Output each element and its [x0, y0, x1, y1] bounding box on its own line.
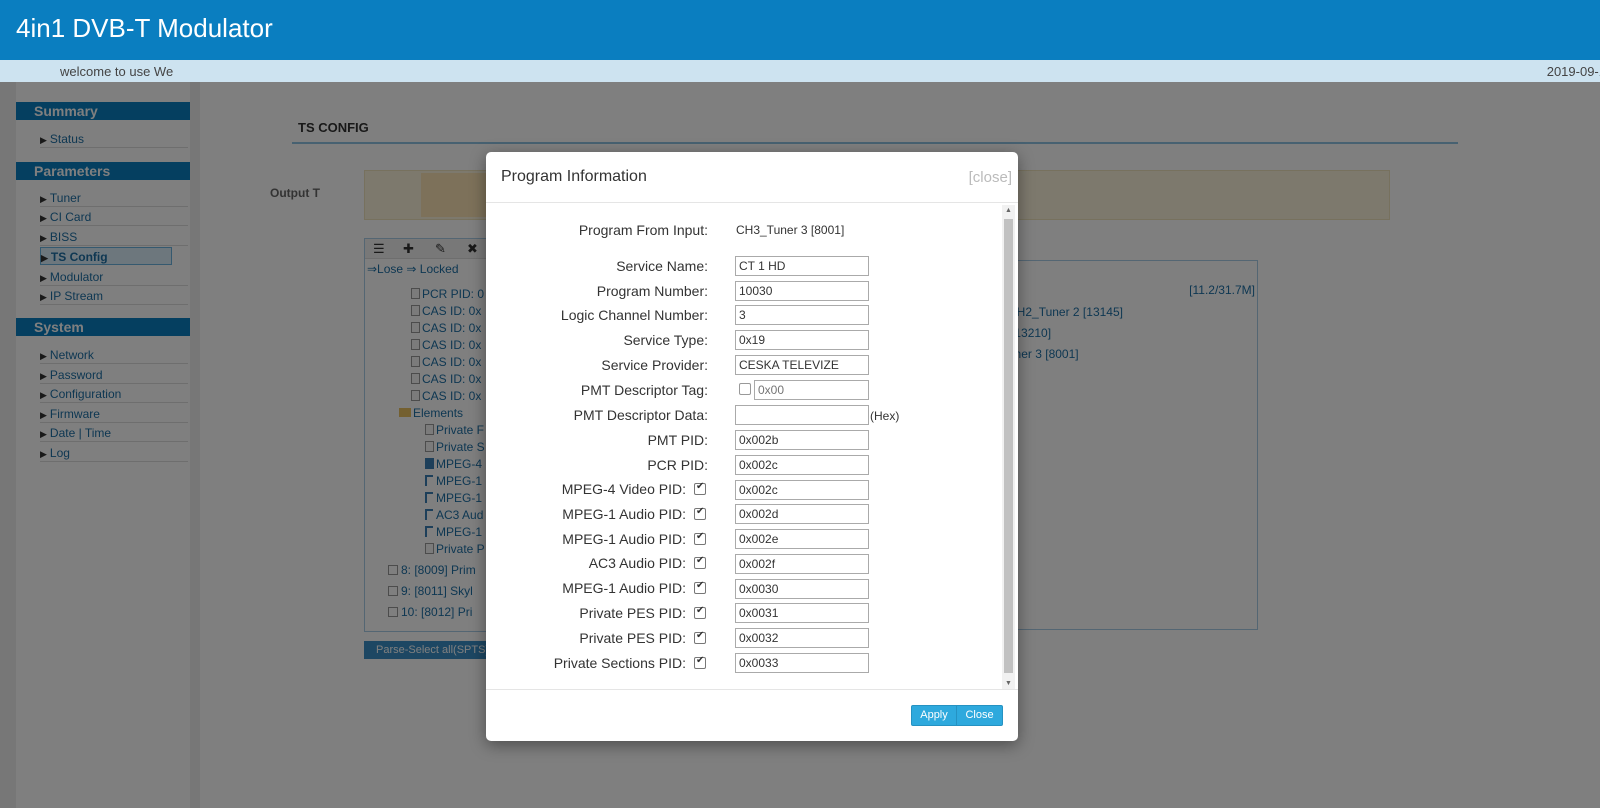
date-text: 2019-09-1	[1546, 64, 1600, 79]
pmt-descriptor-data-input[interactable]	[735, 405, 869, 425]
stream-pid-input[interactable]	[735, 554, 869, 574]
stream-pid-input[interactable]	[735, 480, 869, 500]
stream-pid-input[interactable]	[735, 504, 869, 524]
service-name-input[interactable]	[735, 256, 869, 276]
pmt-pid-input[interactable]	[735, 430, 869, 450]
stream-checkbox[interactable]	[694, 481, 706, 495]
stream-pid-input[interactable]	[735, 603, 869, 623]
stream-pid-input[interactable]	[735, 579, 869, 599]
stream-label: Private PES PID:	[579, 605, 686, 621]
pcr-pid-input[interactable]	[735, 455, 869, 475]
service-provider-input[interactable]	[735, 355, 869, 375]
service-provider-label: Service Provider:	[601, 357, 708, 373]
stream-label: MPEG-1 Audio PID:	[562, 506, 686, 522]
stream-checkbox[interactable]	[694, 531, 706, 545]
stream-checkbox[interactable]	[694, 555, 706, 569]
stream-checkbox[interactable]	[694, 506, 706, 520]
pmt-descriptor-tag-input[interactable]	[754, 380, 869, 400]
stream-checkbox[interactable]	[694, 605, 706, 619]
program-information-dialog: Program Information [close] Program From…	[486, 152, 1018, 741]
stream-pid-input[interactable]	[735, 628, 869, 648]
welcome-text: welcome to use We	[60, 64, 174, 79]
service-type-label: Service Type:	[623, 332, 708, 348]
apply-button[interactable]: Apply	[911, 705, 957, 726]
app-title: 4in1 DVB-T Modulator	[16, 13, 273, 43]
scroll-up-icon[interactable]: ▲	[1005, 207, 1012, 214]
stream-pid-input[interactable]	[735, 653, 869, 673]
program-number-input[interactable]	[735, 281, 869, 301]
stream-label: AC3 Audio PID:	[588, 555, 686, 571]
pmt-pid-label: PMT PID:	[647, 432, 708, 448]
service-name-label: Service Name:	[616, 258, 708, 274]
stream-label: Private PES PID:	[579, 630, 686, 646]
stream-label: MPEG-4 Video PID:	[561, 481, 686, 497]
service-type-input[interactable]	[735, 330, 869, 350]
dialog-close-link[interactable]: [close]	[969, 169, 1012, 186]
pmt-descriptor-tag-checkbox[interactable]	[739, 383, 751, 395]
welcome-bar: welcome to use We 2019-09-1	[0, 60, 1600, 82]
stream-label: Private Sections PID:	[553, 655, 686, 671]
program-from-input-label: Program From Input:	[578, 222, 708, 238]
logic-channel-number-label: Logic Channel Number:	[560, 307, 708, 323]
scroll-down-icon[interactable]: ▼	[1005, 680, 1012, 687]
program-from-input-value: CH3_Tuner 3 [8001]	[736, 223, 845, 237]
top-bar: 4in1 DVB-T Modulator	[0, 0, 1600, 60]
stream-checkbox[interactable]	[694, 655, 706, 669]
hex-suffix: (Hex)	[870, 409, 900, 423]
program-number-label: Program Number:	[596, 283, 708, 299]
stream-label: MPEG-1 Audio PID:	[562, 580, 686, 596]
header-divider	[486, 202, 1018, 203]
dialog-scrollbar[interactable]: ▲ ▼	[1002, 205, 1015, 689]
scrollbar-thumb[interactable]	[1004, 219, 1013, 673]
stream-pid-input[interactable]	[735, 529, 869, 549]
close-button[interactable]: Close	[956, 705, 1003, 726]
stream-checkbox[interactable]	[694, 630, 706, 644]
stream-label: MPEG-1 Audio PID:	[562, 531, 686, 547]
logic-channel-number-input[interactable]	[735, 305, 869, 325]
dialog-title: Program Information	[501, 168, 647, 185]
pcr-pid-label: PCR PID:	[647, 457, 708, 473]
footer-divider	[486, 689, 1018, 690]
pmt-descriptor-tag-label: PMT Descriptor Tag:	[580, 382, 708, 398]
pmt-descriptor-data-label: PMT Descriptor Data:	[573, 407, 708, 423]
stream-checkbox[interactable]	[694, 580, 706, 594]
